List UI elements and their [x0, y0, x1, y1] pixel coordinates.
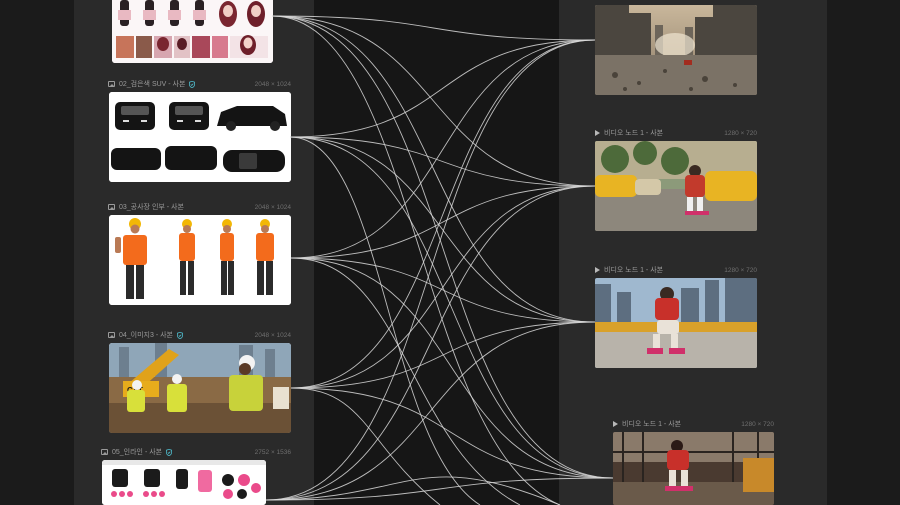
image-node-01-card[interactable]: [112, 0, 273, 63]
video-node-04-title: 비디오 노드 1 - 사본: [622, 421, 682, 428]
image-node-04-dimensions: 2048 × 1024: [254, 331, 291, 339]
video-node-04-dimensions: 1280 × 720: [741, 420, 774, 428]
black-suv-thumbnail: [109, 92, 291, 182]
skater-construction-video-frame: [613, 432, 774, 505]
image-node-02-dimensions: 2048 × 1024: [254, 80, 291, 88]
image-icon: [108, 204, 115, 210]
video-node-04-preview[interactable]: [613, 432, 774, 505]
image-node-02-title: 02_검은색 SUV - 사본: [119, 81, 186, 88]
image-node-03-header[interactable]: 03_공사장 인부 - 사본 2048 × 1024: [108, 201, 291, 213]
image-icon: [108, 81, 115, 87]
construction-site-thumbnail: CAT: [109, 343, 291, 433]
play-icon: [613, 421, 618, 427]
image-node-04-title: 04_이미지3 - 사본: [119, 332, 173, 339]
video-node-03-header[interactable]: 비디오 노드 1 - 사본 1280 × 720: [595, 264, 757, 276]
video-node-01-preview[interactable]: [595, 5, 757, 95]
image-node-02-card[interactable]: [109, 92, 291, 182]
video-node-02-preview[interactable]: [595, 141, 757, 231]
image-node-05-dimensions: 2752 × 1536: [254, 448, 291, 456]
image-node-02-header[interactable]: 02_검은색 SUV - 사본 2048 × 1024: [108, 78, 291, 90]
shield-check-icon: [189, 80, 196, 88]
shield-check-icon: [166, 448, 173, 456]
image-node-05-header[interactable]: 05_인라인 - 사본 2752 × 1536: [101, 446, 291, 458]
play-icon: [595, 267, 600, 273]
image-node-03-title: 03_공사장 인부 - 사본: [119, 204, 184, 211]
image-node-04-card[interactable]: CAT: [109, 343, 291, 433]
video-node-02-dimensions: 1280 × 720: [724, 129, 757, 137]
play-icon: [595, 130, 600, 136]
video-node-03-title: 비디오 노드 1 - 사본: [604, 267, 664, 274]
image-icon: [101, 449, 108, 455]
video-node-03-preview[interactable]: [595, 278, 757, 368]
video-node-02-header[interactable]: 비디오 노드 1 - 사본 1280 × 720: [595, 127, 757, 139]
video-node-03-dimensions: 1280 × 720: [724, 266, 757, 274]
city-street-video-frame: [595, 5, 757, 95]
video-node-04-header[interactable]: 비디오 노드 1 - 사본 1280 × 720: [613, 418, 774, 430]
skater-city-video-frame: [595, 278, 757, 368]
inline-skates-thumbnail: [102, 460, 266, 505]
image-node-04-header[interactable]: 04_이미지3 - 사본 2048 × 1024: [108, 329, 291, 341]
construction-workers-thumbnail: [109, 215, 291, 305]
image-node-05-card[interactable]: [102, 460, 266, 505]
canvas-area[interactable]: [314, 0, 559, 505]
image-node-05-title: 05_인라인 - 사본: [112, 449, 163, 456]
image-icon: [108, 332, 115, 338]
video-node-02-title: 비디오 노드 1 - 사본: [604, 130, 664, 137]
image-node-03-card[interactable]: [109, 215, 291, 305]
character-sheet-thumbnail: [112, 0, 273, 63]
shield-check-icon: [177, 331, 183, 339]
skater-taxi-video-frame: [595, 141, 757, 231]
image-node-03-dimensions: 2048 × 1024: [254, 203, 291, 211]
